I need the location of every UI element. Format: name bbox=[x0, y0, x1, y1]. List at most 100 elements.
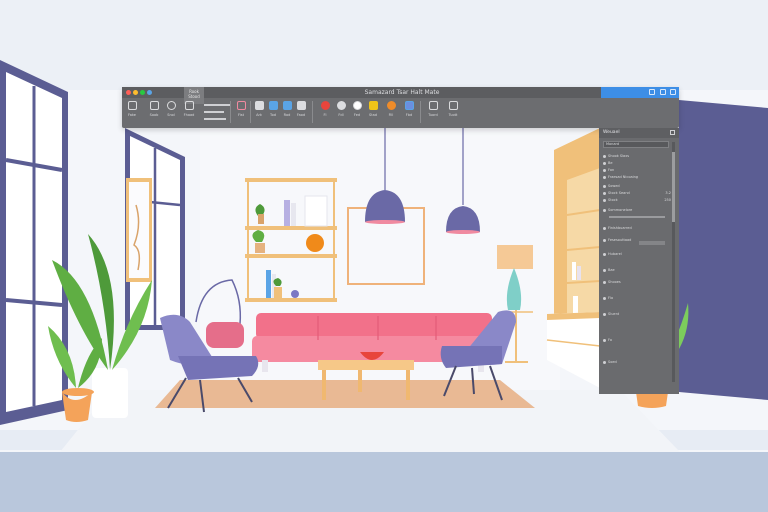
tool-label: Tuott bbox=[448, 113, 458, 117]
bullet-icon bbox=[603, 185, 606, 188]
panel-row-label: Shook Slaxs bbox=[608, 154, 630, 158]
tool-image[interactable]: Rod bbox=[280, 101, 294, 117]
bullet-icon bbox=[603, 339, 606, 342]
bullet-icon bbox=[603, 162, 606, 165]
panel-row-label: Fon bbox=[608, 168, 615, 172]
panel-row[interactable]: Shooes bbox=[603, 280, 671, 285]
accent-wall bbox=[679, 100, 768, 400]
restore-icon[interactable] bbox=[649, 89, 655, 95]
dropdown-line bbox=[204, 104, 230, 106]
tool-scale[interactable]: Snol bbox=[164, 101, 178, 117]
clock-tool-icon bbox=[336, 101, 346, 110]
tool-record[interactable]: Fl bbox=[318, 101, 332, 117]
layout-icon[interactable] bbox=[660, 89, 666, 95]
tool-label: Fist bbox=[238, 113, 244, 117]
close-icon[interactable] bbox=[670, 89, 676, 95]
tool-label: Fbd bbox=[405, 113, 413, 117]
panel-row[interactable]: Sluent bbox=[603, 312, 671, 317]
title-accent-bar bbox=[601, 87, 679, 98]
tool-label: Soob bbox=[149, 113, 159, 117]
panel-row[interactable]: Be bbox=[603, 161, 671, 166]
panel-row-label: Finishbuarred bbox=[608, 226, 632, 230]
grid-tool-icon bbox=[268, 101, 278, 110]
window-title: Samazard Tsar Halt Mate bbox=[364, 89, 440, 96]
color-tool-icon bbox=[404, 101, 414, 110]
tool-label: Fl bbox=[323, 113, 327, 117]
panel-row-label: Fesesouttaad bbox=[608, 238, 632, 242]
tool-color[interactable]: Fbd bbox=[402, 101, 416, 117]
draw-tool-icon bbox=[184, 101, 194, 110]
panel-row[interactable]: Sowed bbox=[603, 184, 671, 189]
bullet-icon bbox=[603, 313, 606, 316]
panel-row-label: Sowed bbox=[608, 184, 620, 188]
panel-title: Weuael bbox=[603, 130, 620, 135]
panel-row[interactable]: Soed bbox=[603, 360, 671, 365]
panel-row[interactable]: Shook Slaxs bbox=[603, 154, 671, 159]
floor-strip bbox=[0, 452, 768, 512]
panel-row[interactable]: Stock 250 bbox=[603, 198, 671, 203]
tool-draw[interactable]: Fhaad bbox=[182, 101, 196, 117]
tool-label: Rod bbox=[283, 113, 291, 117]
circle-tool-icon bbox=[352, 101, 362, 110]
close-icon[interactable] bbox=[670, 130, 675, 135]
export-tool-icon bbox=[448, 101, 458, 110]
bullet-icon bbox=[603, 176, 606, 179]
shape-tool-icon bbox=[368, 101, 378, 110]
panel-row-label: Flo bbox=[608, 296, 614, 300]
panel-row-label: Be bbox=[608, 161, 613, 165]
tool-clock[interactable]: Fdl bbox=[334, 101, 348, 117]
tool-label: Fed bbox=[353, 113, 361, 117]
panel-row[interactable]: Fo bbox=[603, 338, 671, 343]
panel-row[interactable]: Bae bbox=[603, 268, 671, 273]
toolbar-separator bbox=[420, 101, 421, 123]
panel-row[interactable]: Fesesouttaad bbox=[603, 238, 671, 243]
tool-grid[interactable]: Tod bbox=[266, 101, 280, 117]
panel-row[interactable]: Fon bbox=[603, 168, 671, 173]
panel-row[interactable]: Flo bbox=[603, 296, 671, 301]
tool-brush[interactable]: Ark bbox=[252, 101, 266, 117]
panel-row[interactable]: Hubarel bbox=[603, 252, 671, 257]
panel-row[interactable]: Fraesad Nicoaing bbox=[603, 175, 671, 180]
bullet-icon bbox=[603, 209, 606, 212]
bookcase bbox=[546, 128, 601, 388]
properties-panel: Weuael Monard Shook Slaxs Be Fon Fraesad… bbox=[599, 128, 679, 394]
panel-row-label: Hubarel bbox=[608, 252, 622, 256]
path-tool-icon bbox=[236, 101, 246, 110]
layers-tool-icon bbox=[428, 101, 438, 110]
panel-scrollbar[interactable] bbox=[672, 142, 675, 382]
bullet-icon bbox=[603, 169, 606, 172]
tool-fill[interactable]: Fill bbox=[384, 101, 398, 117]
tool-export[interactable]: Tuott bbox=[446, 101, 460, 117]
slider-track[interactable] bbox=[609, 216, 665, 218]
bullet-icon bbox=[603, 239, 606, 242]
tool-layers[interactable]: Tuord bbox=[426, 101, 440, 117]
tool-shape[interactable]: Stad bbox=[366, 101, 380, 117]
close-window-icon[interactable] bbox=[126, 90, 131, 95]
record-tool-icon bbox=[320, 101, 330, 110]
left-window bbox=[0, 60, 68, 425]
panel-row-label: Soed bbox=[608, 360, 617, 364]
scroll-thumb[interactable] bbox=[672, 152, 675, 222]
tool-path[interactable]: Fist bbox=[234, 101, 248, 117]
panel-search-input[interactable]: Monard bbox=[603, 141, 669, 148]
panel-row-label: Sluent bbox=[608, 312, 620, 316]
maximize-window-icon[interactable] bbox=[140, 90, 145, 95]
panel-row-label: Shooes bbox=[608, 280, 621, 284]
tool-label: Snol bbox=[167, 113, 175, 117]
panel-row[interactable]: Stock Seand 3.2 bbox=[603, 191, 671, 196]
tool-label: Fhaad bbox=[183, 113, 195, 117]
tool-photo[interactable]: Faod bbox=[294, 101, 308, 117]
fullscreen-window-icon[interactable] bbox=[147, 90, 152, 95]
tool-move[interactable]: Soob bbox=[147, 101, 161, 117]
tool-label: Stad bbox=[369, 113, 377, 117]
editor-toolbar-window: Samazard Tsar Halt Mate Rook Stood Fake … bbox=[122, 87, 679, 128]
minimize-window-icon[interactable] bbox=[133, 90, 138, 95]
tool-label: Tod bbox=[270, 113, 276, 117]
bullet-icon bbox=[603, 281, 606, 284]
image-tool-icon bbox=[282, 101, 292, 110]
tool-circle[interactable]: Fed bbox=[350, 101, 364, 117]
tool-label: Fill bbox=[388, 113, 394, 117]
panel-row[interactable]: Finishbuarred bbox=[603, 226, 671, 231]
panel-row[interactable]: Sommonelore bbox=[603, 208, 671, 213]
tool-select[interactable]: Fake bbox=[125, 101, 139, 117]
